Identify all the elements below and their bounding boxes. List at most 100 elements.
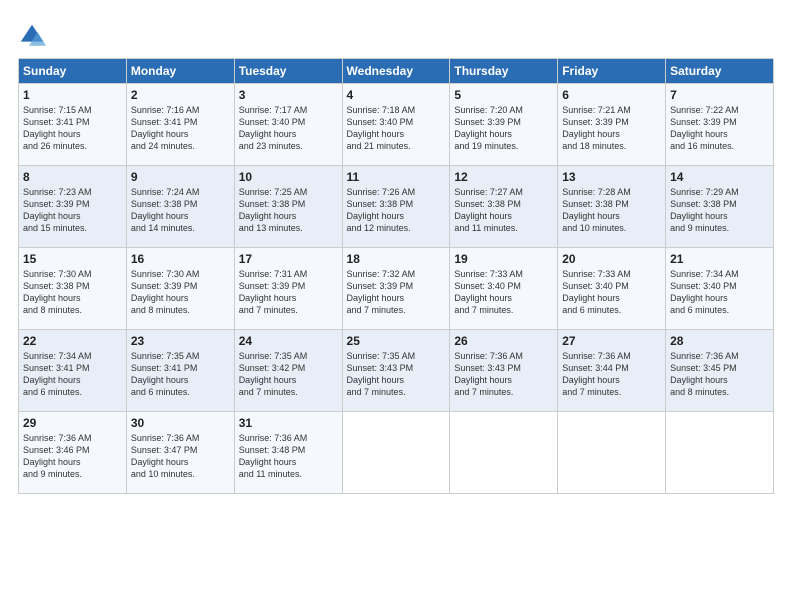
day-header-monday: Monday <box>126 59 234 84</box>
day-number: 26 <box>454 334 553 348</box>
cell-content: Sunrise: 7:36 AMSunset: 3:47 PMDaylight … <box>131 433 200 479</box>
day-number: 6 <box>562 88 661 102</box>
day-number: 10 <box>239 170 338 184</box>
cell-content: Sunrise: 7:27 AMSunset: 3:38 PMDaylight … <box>454 187 523 233</box>
day-number: 8 <box>23 170 122 184</box>
cell-content: Sunrise: 7:36 AMSunset: 3:46 PMDaylight … <box>23 433 92 479</box>
day-number: 23 <box>131 334 230 348</box>
day-number: 18 <box>347 252 446 266</box>
logo-icon <box>18 22 46 50</box>
calendar-cell: 10 Sunrise: 7:25 AMSunset: 3:38 PMDayligh… <box>234 166 342 248</box>
calendar-cell: 30 Sunrise: 7:36 AMSunset: 3:47 PMDayligh… <box>126 412 234 494</box>
calendar-week-2: 8 Sunrise: 7:23 AMSunset: 3:39 PMDaylight… <box>19 166 774 248</box>
calendar-week-3: 15 Sunrise: 7:30 AMSunset: 3:38 PMDayligh… <box>19 248 774 330</box>
cell-content: Sunrise: 7:25 AMSunset: 3:38 PMDaylight … <box>239 187 308 233</box>
cell-content: Sunrise: 7:35 AMSunset: 3:43 PMDaylight … <box>347 351 416 397</box>
calendar-cell: 7Sunrise: 7:22 AMSunset: 3:39 PMDaylight… <box>666 84 774 166</box>
day-number: 9 <box>131 170 230 184</box>
cell-content: Sunrise: 7:36 AMSunset: 3:44 PMDaylight … <box>562 351 631 397</box>
calendar-cell <box>450 412 558 494</box>
cell-content: Sunrise: 7:34 AMSunset: 3:40 PMDaylight … <box>670 269 739 315</box>
day-number: 30 <box>131 416 230 430</box>
page: SundayMondayTuesdayWednesdayThursdayFrid… <box>0 0 792 612</box>
cell-content: Sunrise: 7:30 AMSunset: 3:38 PMDaylight … <box>23 269 92 315</box>
day-number: 27 <box>562 334 661 348</box>
calendar-cell: 25 Sunrise: 7:35 AMSunset: 3:43 PMDayligh… <box>342 330 450 412</box>
cell-content: Sunrise: 7:36 AMSunset: 3:43 PMDaylight … <box>454 351 523 397</box>
calendar-table: SundayMondayTuesdayWednesdayThursdayFrid… <box>18 58 774 494</box>
cell-content: Sunrise: 7:26 AMSunset: 3:38 PMDaylight … <box>347 187 416 233</box>
calendar-cell: 21 Sunrise: 7:34 AMSunset: 3:40 PMDayligh… <box>666 248 774 330</box>
day-number: 28 <box>670 334 769 348</box>
day-number: 5 <box>454 88 553 102</box>
cell-content: Sunrise: 7:33 AMSunset: 3:40 PMDaylight … <box>562 269 631 315</box>
calendar-cell: 8 Sunrise: 7:23 AMSunset: 3:39 PMDaylight… <box>19 166 127 248</box>
calendar-cell: 13Sunrise: 7:28 AMSunset: 3:38 PMDayligh… <box>558 166 666 248</box>
day-number: 3 <box>239 88 338 102</box>
cell-content: Sunrise: 7:18 AMSunset: 3:40 PMDaylight … <box>347 105 416 151</box>
day-header-friday: Friday <box>558 59 666 84</box>
day-number: 29 <box>23 416 122 430</box>
cell-content: Sunrise: 7:35 AMSunset: 3:41 PMDaylight … <box>131 351 200 397</box>
day-number: 17 <box>239 252 338 266</box>
calendar-cell: 20 Sunrise: 7:33 AMSunset: 3:40 PMDayligh… <box>558 248 666 330</box>
day-header-wednesday: Wednesday <box>342 59 450 84</box>
cell-content: Sunrise: 7:30 AMSunset: 3:39 PMDaylight … <box>131 269 200 315</box>
calendar-cell: 31Sunrise: 7:36 AMSunset: 3:48 PMDayligh… <box>234 412 342 494</box>
cell-content: Sunrise: 7:22 AMSunset: 3:39 PMDaylight … <box>670 105 739 151</box>
cell-content: Sunrise: 7:15 AMSunset: 3:41 PMDaylight … <box>23 105 92 151</box>
day-number: 15 <box>23 252 122 266</box>
calendar-cell: 23 Sunrise: 7:35 AMSunset: 3:41 PMDayligh… <box>126 330 234 412</box>
day-number: 13 <box>562 170 661 184</box>
calendar-cell: 28 Sunrise: 7:36 AMSunset: 3:45 PMDayligh… <box>666 330 774 412</box>
calendar-header-row: SundayMondayTuesdayWednesdayThursdayFrid… <box>19 59 774 84</box>
cell-content: Sunrise: 7:36 AMSunset: 3:45 PMDaylight … <box>670 351 739 397</box>
day-header-sunday: Sunday <box>19 59 127 84</box>
calendar-cell: 3 Sunrise: 7:17 AMSunset: 3:40 PMDaylight… <box>234 84 342 166</box>
day-number: 16 <box>131 252 230 266</box>
cell-content: Sunrise: 7:23 AMSunset: 3:39 PMDaylight … <box>23 187 92 233</box>
cell-content: Sunrise: 7:16 AMSunset: 3:41 PMDaylight … <box>131 105 200 151</box>
calendar-cell: 15 Sunrise: 7:30 AMSunset: 3:38 PMDayligh… <box>19 248 127 330</box>
cell-content: Sunrise: 7:24 AMSunset: 3:38 PMDaylight … <box>131 187 200 233</box>
day-number: 1 <box>23 88 122 102</box>
day-number: 14 <box>670 170 769 184</box>
cell-content: Sunrise: 7:17 AMSunset: 3:40 PMDaylight … <box>239 105 308 151</box>
day-number: 24 <box>239 334 338 348</box>
calendar-cell: 18Sunrise: 7:32 AMSunset: 3:39 PMDayligh… <box>342 248 450 330</box>
day-header-tuesday: Tuesday <box>234 59 342 84</box>
calendar-cell: 9 Sunrise: 7:24 AMSunset: 3:38 PMDaylight… <box>126 166 234 248</box>
calendar-cell: 19 Sunrise: 7:33 AMSunset: 3:40 PMDayligh… <box>450 248 558 330</box>
day-header-thursday: Thursday <box>450 59 558 84</box>
day-number: 22 <box>23 334 122 348</box>
calendar-cell <box>342 412 450 494</box>
calendar-cell: 17 Sunrise: 7:31 AMSunset: 3:39 PMDayligh… <box>234 248 342 330</box>
cell-content: Sunrise: 7:31 AMSunset: 3:39 PMDaylight … <box>239 269 308 315</box>
cell-content: Sunrise: 7:21 AMSunset: 3:39 PMDaylight … <box>562 105 631 151</box>
calendar-cell: 11 Sunrise: 7:26 AMSunset: 3:38 PMDayligh… <box>342 166 450 248</box>
cell-content: Sunrise: 7:29 AMSunset: 3:38 PMDaylight … <box>670 187 739 233</box>
calendar-cell: 5 Sunrise: 7:20 AMSunset: 3:39 PMDaylight… <box>450 84 558 166</box>
day-number: 11 <box>347 170 446 184</box>
calendar-week-4: 22 Sunrise: 7:34 AMSunset: 3:41 PMDayligh… <box>19 330 774 412</box>
cell-content: Sunrise: 7:33 AMSunset: 3:40 PMDaylight … <box>454 269 523 315</box>
calendar-cell: 24Sunrise: 7:35 AMSunset: 3:42 PMDayligh… <box>234 330 342 412</box>
day-number: 25 <box>347 334 446 348</box>
cell-content: Sunrise: 7:36 AMSunset: 3:48 PMDaylight … <box>239 433 308 479</box>
cell-content: Sunrise: 7:34 AMSunset: 3:41 PMDaylight … <box>23 351 92 397</box>
calendar-cell: 14 Sunrise: 7:29 AMSunset: 3:38 PMDayligh… <box>666 166 774 248</box>
day-number: 4 <box>347 88 446 102</box>
calendar-cell: 22 Sunrise: 7:34 AMSunset: 3:41 PMDayligh… <box>19 330 127 412</box>
day-number: 20 <box>562 252 661 266</box>
cell-content: Sunrise: 7:20 AMSunset: 3:39 PMDaylight … <box>454 105 523 151</box>
calendar-cell: 1 Sunrise: 7:15 AMSunset: 3:41 PMDaylight… <box>19 84 127 166</box>
calendar-cell <box>558 412 666 494</box>
calendar-cell: 29 Sunrise: 7:36 AMSunset: 3:46 PMDayligh… <box>19 412 127 494</box>
day-number: 19 <box>454 252 553 266</box>
calendar-cell: 6 Sunrise: 7:21 AMSunset: 3:39 PMDaylight… <box>558 84 666 166</box>
calendar-cell: 27 Sunrise: 7:36 AMSunset: 3:44 PMDayligh… <box>558 330 666 412</box>
day-number: 21 <box>670 252 769 266</box>
day-number: 12 <box>454 170 553 184</box>
calendar-cell: 2Sunrise: 7:16 AMSunset: 3:41 PMDaylight… <box>126 84 234 166</box>
logo <box>18 22 50 50</box>
